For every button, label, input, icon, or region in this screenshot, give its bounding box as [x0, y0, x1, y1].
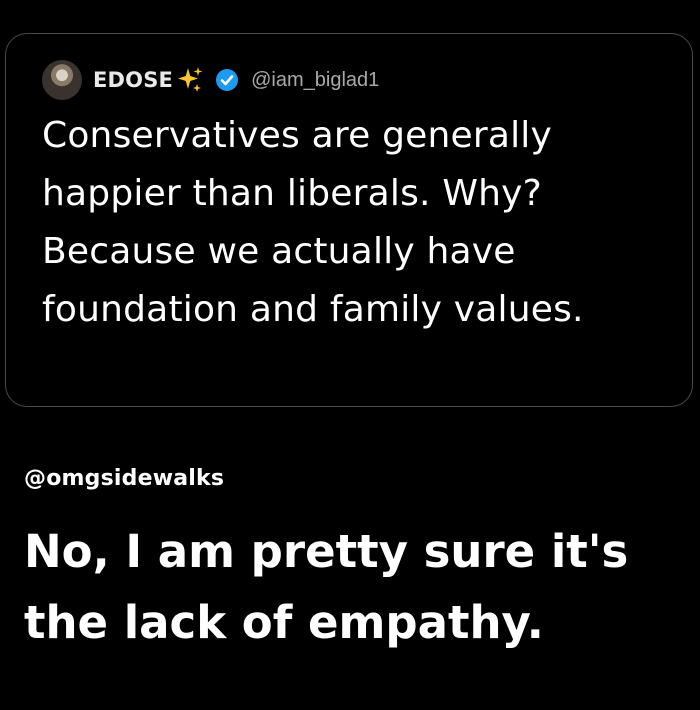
reply-handle[interactable]: @omgsidewalks: [24, 466, 224, 491]
verified-badge-icon: [215, 68, 239, 92]
display-name[interactable]: EDOSE: [93, 68, 173, 92]
avatar[interactable]: [42, 60, 82, 100]
quoted-tweet-text: Conservatives are generally happier than…: [42, 115, 584, 330]
sparkles-icon: [175, 65, 205, 95]
tweet-header: EDOSE @iam_biglad1: [42, 60, 379, 100]
reply-text: No, I am pretty sure it's the lack of em…: [24, 525, 629, 649]
quoted-handle[interactable]: @iam_biglad1: [251, 69, 379, 92]
quoted-tweet-card[interactable]: EDOSE @iam_biglad1 Conservatives are gen…: [5, 33, 693, 407]
